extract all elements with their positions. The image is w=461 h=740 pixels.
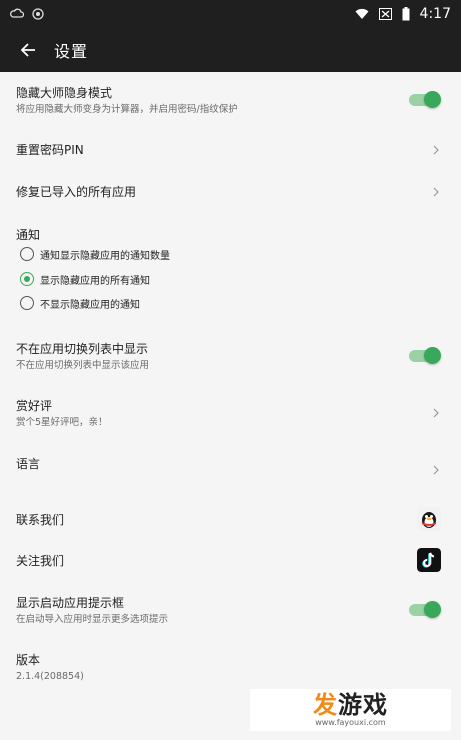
radio-button-checked[interactable] — [20, 272, 34, 286]
setting-contact[interactable]: 联系我们 — [0, 512, 461, 528]
setting-hide-master-subtitle: 将应用隐藏大师变身为计算器，并启用密码/指纹保护 — [16, 104, 238, 115]
qq-penguin-icon[interactable] — [417, 507, 441, 531]
setting-version: 版本 2.1.4(208854) — [0, 652, 461, 683]
chevron-right-icon — [433, 408, 439, 418]
toggle-knob — [424, 601, 441, 618]
notification-option-all[interactable]: 显示隐藏应用的所有通知 — [20, 270, 150, 288]
setting-notifications: 通知 — [0, 227, 461, 243]
notification-option-none[interactable]: 不显示隐藏应用的通知 — [20, 294, 140, 312]
notification-option-count[interactable]: 通知显示隐藏应用的通知数量 — [20, 245, 170, 263]
radio-button[interactable] — [20, 296, 34, 310]
setting-notifications-title: 通知 — [16, 228, 41, 242]
setting-hide-recents[interactable]: 不在应用切换列表中显示 不在应用切换列表中显示该应用 — [0, 341, 461, 372]
setting-repair-apps-title: 修复已导入的所有应用 — [16, 185, 137, 199]
back-button[interactable] — [14, 36, 42, 64]
hide-recents-toggle[interactable] — [409, 347, 441, 364]
setting-rate-subtitle: 赏个5星好评吧，亲！ — [16, 417, 108, 428]
radio-label: 通知显示隐藏应用的通知数量 — [40, 250, 170, 262]
toggle-knob — [424, 347, 441, 364]
setting-launch-tip[interactable]: 显示启动应用提示框 在启动导入应用时显示更多选项提示 — [0, 595, 461, 626]
setting-reset-pin-title: 重置密码PIN — [16, 143, 84, 157]
notification-target-icon — [32, 8, 44, 20]
battery-icon — [402, 7, 410, 21]
chevron-right-icon — [433, 187, 439, 197]
setting-reset-pin[interactable]: 重置密码PIN — [0, 142, 461, 158]
setting-rate[interactable]: 赏好评 赏个5星好评吧，亲！ — [0, 398, 461, 429]
setting-follow-title: 关注我们 — [16, 554, 65, 568]
tiktok-icon[interactable] — [417, 548, 441, 572]
back-arrow-icon — [20, 43, 35, 57]
setting-launch-tip-title: 显示启动应用提示框 — [16, 596, 125, 610]
signal-off-icon — [378, 8, 392, 20]
watermark-title-first: 发 — [313, 691, 338, 719]
watermark-logo: 发游戏 www.fayouxi.com — [250, 689, 451, 731]
page-title: 设置 — [54, 42, 89, 61]
setting-language-title: 语言 — [16, 457, 41, 471]
status-time: 4:17 — [419, 6, 451, 22]
launch-tip-toggle[interactable] — [409, 601, 441, 618]
status-left-icons — [10, 8, 44, 20]
app-bar: 设置 — [0, 28, 461, 72]
radio-label: 不显示隐藏应用的通知 — [40, 299, 140, 311]
chevron-right-icon — [433, 145, 439, 155]
setting-hide-master-title: 隐藏大师隐身模式 — [16, 86, 113, 100]
status-right-icons: 4:17 — [355, 6, 451, 22]
chevron-right-icon — [433, 465, 439, 475]
setting-contact-title: 联系我们 — [16, 513, 65, 527]
watermark-title-rest: 游戏 — [338, 691, 388, 719]
toggle-knob — [424, 91, 441, 108]
setting-hide-recents-title: 不在应用切换列表中显示 — [16, 342, 149, 356]
setting-launch-tip-subtitle: 在启动导入应用时显示更多选项提示 — [16, 614, 169, 625]
hide-master-toggle[interactable] — [409, 91, 441, 108]
status-bar: 4:17 — [0, 0, 461, 28]
radio-label: 显示隐藏应用的所有通知 — [40, 275, 150, 287]
radio-button[interactable] — [20, 247, 34, 261]
setting-follow[interactable]: 关注我们 — [0, 553, 461, 569]
setting-language[interactable]: 语言 — [0, 456, 461, 472]
setting-repair-apps[interactable]: 修复已导入的所有应用 — [0, 184, 461, 200]
setting-hide-master[interactable]: 隐藏大师隐身模式 将应用隐藏大师变身为计算器，并启用密码/指纹保护 — [0, 85, 461, 116]
wifi-icon — [355, 8, 369, 19]
setting-hide-recents-subtitle: 不在应用切换列表中显示该应用 — [16, 360, 150, 371]
setting-version-value: 2.1.4(208854) — [16, 671, 84, 682]
setting-version-title: 版本 — [16, 653, 41, 667]
watermark-url: www.fayouxi.com — [315, 718, 386, 727]
settings-list: 隐藏大师隐身模式 将应用隐藏大师变身为计算器，并启用密码/指纹保护 重置密码PI… — [0, 72, 461, 740]
notification-cloud-icon — [10, 8, 24, 18]
setting-rate-title: 赏好评 — [16, 399, 53, 413]
watermark-title: 发游戏 — [313, 692, 388, 718]
